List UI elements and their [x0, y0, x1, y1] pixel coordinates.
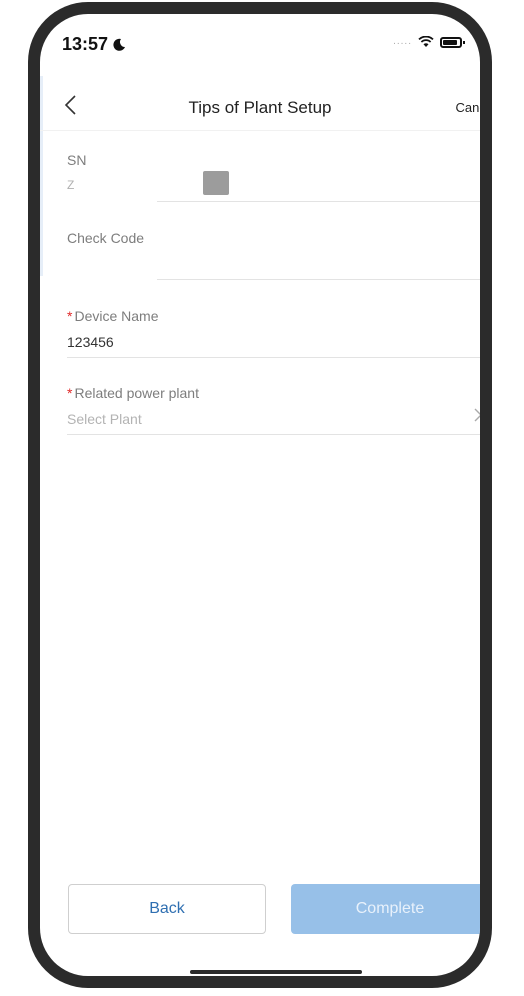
check-code-label: Check Code [67, 230, 145, 246]
chevron-right-icon[interactable] [473, 407, 480, 423]
device-name-underline [67, 357, 480, 358]
redaction-mark [203, 171, 229, 195]
check-code-underline [157, 279, 480, 280]
sn-field[interactable]: SN Z [67, 152, 480, 202]
device-name-label-text: Device Name [74, 308, 159, 324]
sn-label: SN [67, 152, 87, 168]
device-name-field[interactable]: * Device Name 123456 [67, 308, 480, 358]
related-plant-label-text: Related power plant [74, 385, 199, 401]
status-bar-time: 13:57 [62, 34, 126, 55]
device-name-input[interactable]: 123456 [67, 334, 480, 350]
page-title: Tips of Plant Setup [188, 98, 332, 117]
nav-bar: Tips of Plant Setup Cancel [40, 80, 480, 131]
related-plant-label: * Related power plant [67, 385, 480, 401]
related-plant-underline [67, 434, 480, 435]
status-bar-icons: ..... [393, 36, 465, 48]
wifi-icon [418, 36, 434, 47]
check-code-field[interactable]: Check Code [67, 230, 480, 280]
phone-screen: 13:57 ..... Tips of Plant Setup Cancel S… [40, 14, 480, 976]
battery-icon [440, 36, 465, 48]
select-plant-placeholder[interactable]: Select Plant [67, 411, 480, 427]
related-plant-field[interactable]: * Related power plant Select Plant [67, 385, 480, 435]
complete-button[interactable]: Complete [291, 884, 480, 934]
signal-icon: ..... [393, 36, 412, 47]
moon-icon [113, 38, 126, 51]
device-name-label: * Device Name [67, 308, 480, 324]
cancel-button[interactable]: Cancel [456, 100, 480, 115]
sn-value: Z [67, 178, 75, 192]
sn-underline [157, 201, 480, 202]
required-mark: * [67, 308, 73, 324]
home-indicator [190, 970, 362, 974]
status-time-text: 13:57 [62, 34, 109, 54]
back-button[interactable]: Back [68, 884, 266, 934]
required-mark: * [67, 385, 73, 401]
